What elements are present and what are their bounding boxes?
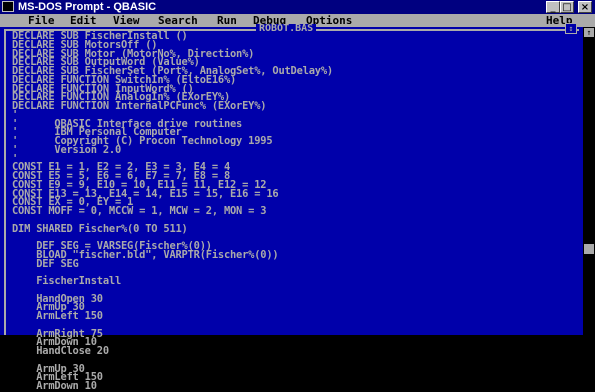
maximize-button[interactable]: □ — [560, 1, 574, 13]
code-line[interactable]: DIM SHARED Fischer%(0 TO 511) — [12, 223, 333, 233]
code-line[interactable]: HandClose 20 — [12, 346, 333, 356]
title-bar: MS-DOS Prompt - QBASIC _ □ × — [0, 0, 595, 14]
scroll-thumb[interactable] — [584, 243, 594, 254]
menu-view[interactable]: View — [113, 14, 140, 27]
code-line[interactable]: DEF SEG — [12, 258, 333, 268]
editor-frame-left — [4, 29, 6, 335]
menu-run[interactable]: Run — [217, 14, 237, 27]
code-line[interactable]: ArmLeft 150 — [12, 372, 333, 382]
code-line[interactable]: DECLARE FUNCTION InternalPCFunc% (EXorEY… — [12, 101, 333, 111]
code-line[interactable]: ArmRight 75 — [12, 328, 333, 338]
menu-edit[interactable]: Edit — [70, 14, 97, 27]
vertical-scrollbar[interactable]: ↑ — [583, 27, 595, 335]
code-editor[interactable]: ROBOT.BAS ↕ DECLARE SUB FischerInstall (… — [0, 23, 583, 391]
code-line[interactable]: ArmUp 30 — [12, 363, 333, 373]
scroll-up-arrow-icon[interactable]: ↑ — [584, 28, 594, 37]
menu-search[interactable]: Search — [158, 14, 198, 27]
code-line[interactable]: ArmLeft 150 — [12, 311, 333, 321]
code-line[interactable] — [12, 356, 333, 365]
code-line[interactable]: ArmDown 10 — [12, 337, 333, 347]
minimize-button[interactable]: _ — [546, 1, 560, 13]
maximize-editor-icon[interactable]: ↕ — [565, 23, 577, 34]
code-line[interactable]: CONST MOFF = 0, MCCW = 1, MCW = 2, MON =… — [12, 206, 333, 216]
code-line[interactable]: ArmDown 10 — [12, 381, 333, 391]
code-line[interactable]: ' Version 2.0 — [12, 145, 333, 155]
source-code[interactable]: DECLARE SUB FischerInstall () DECLARE SUB… — [12, 31, 333, 391]
menu-file[interactable]: File — [28, 14, 55, 27]
window-title: MS-DOS Prompt - QBASIC — [18, 1, 157, 13]
code-line[interactable]: FischerInstall — [12, 276, 333, 286]
ms-dos-icon[interactable] — [2, 1, 14, 12]
close-button[interactable]: × — [578, 1, 592, 13]
